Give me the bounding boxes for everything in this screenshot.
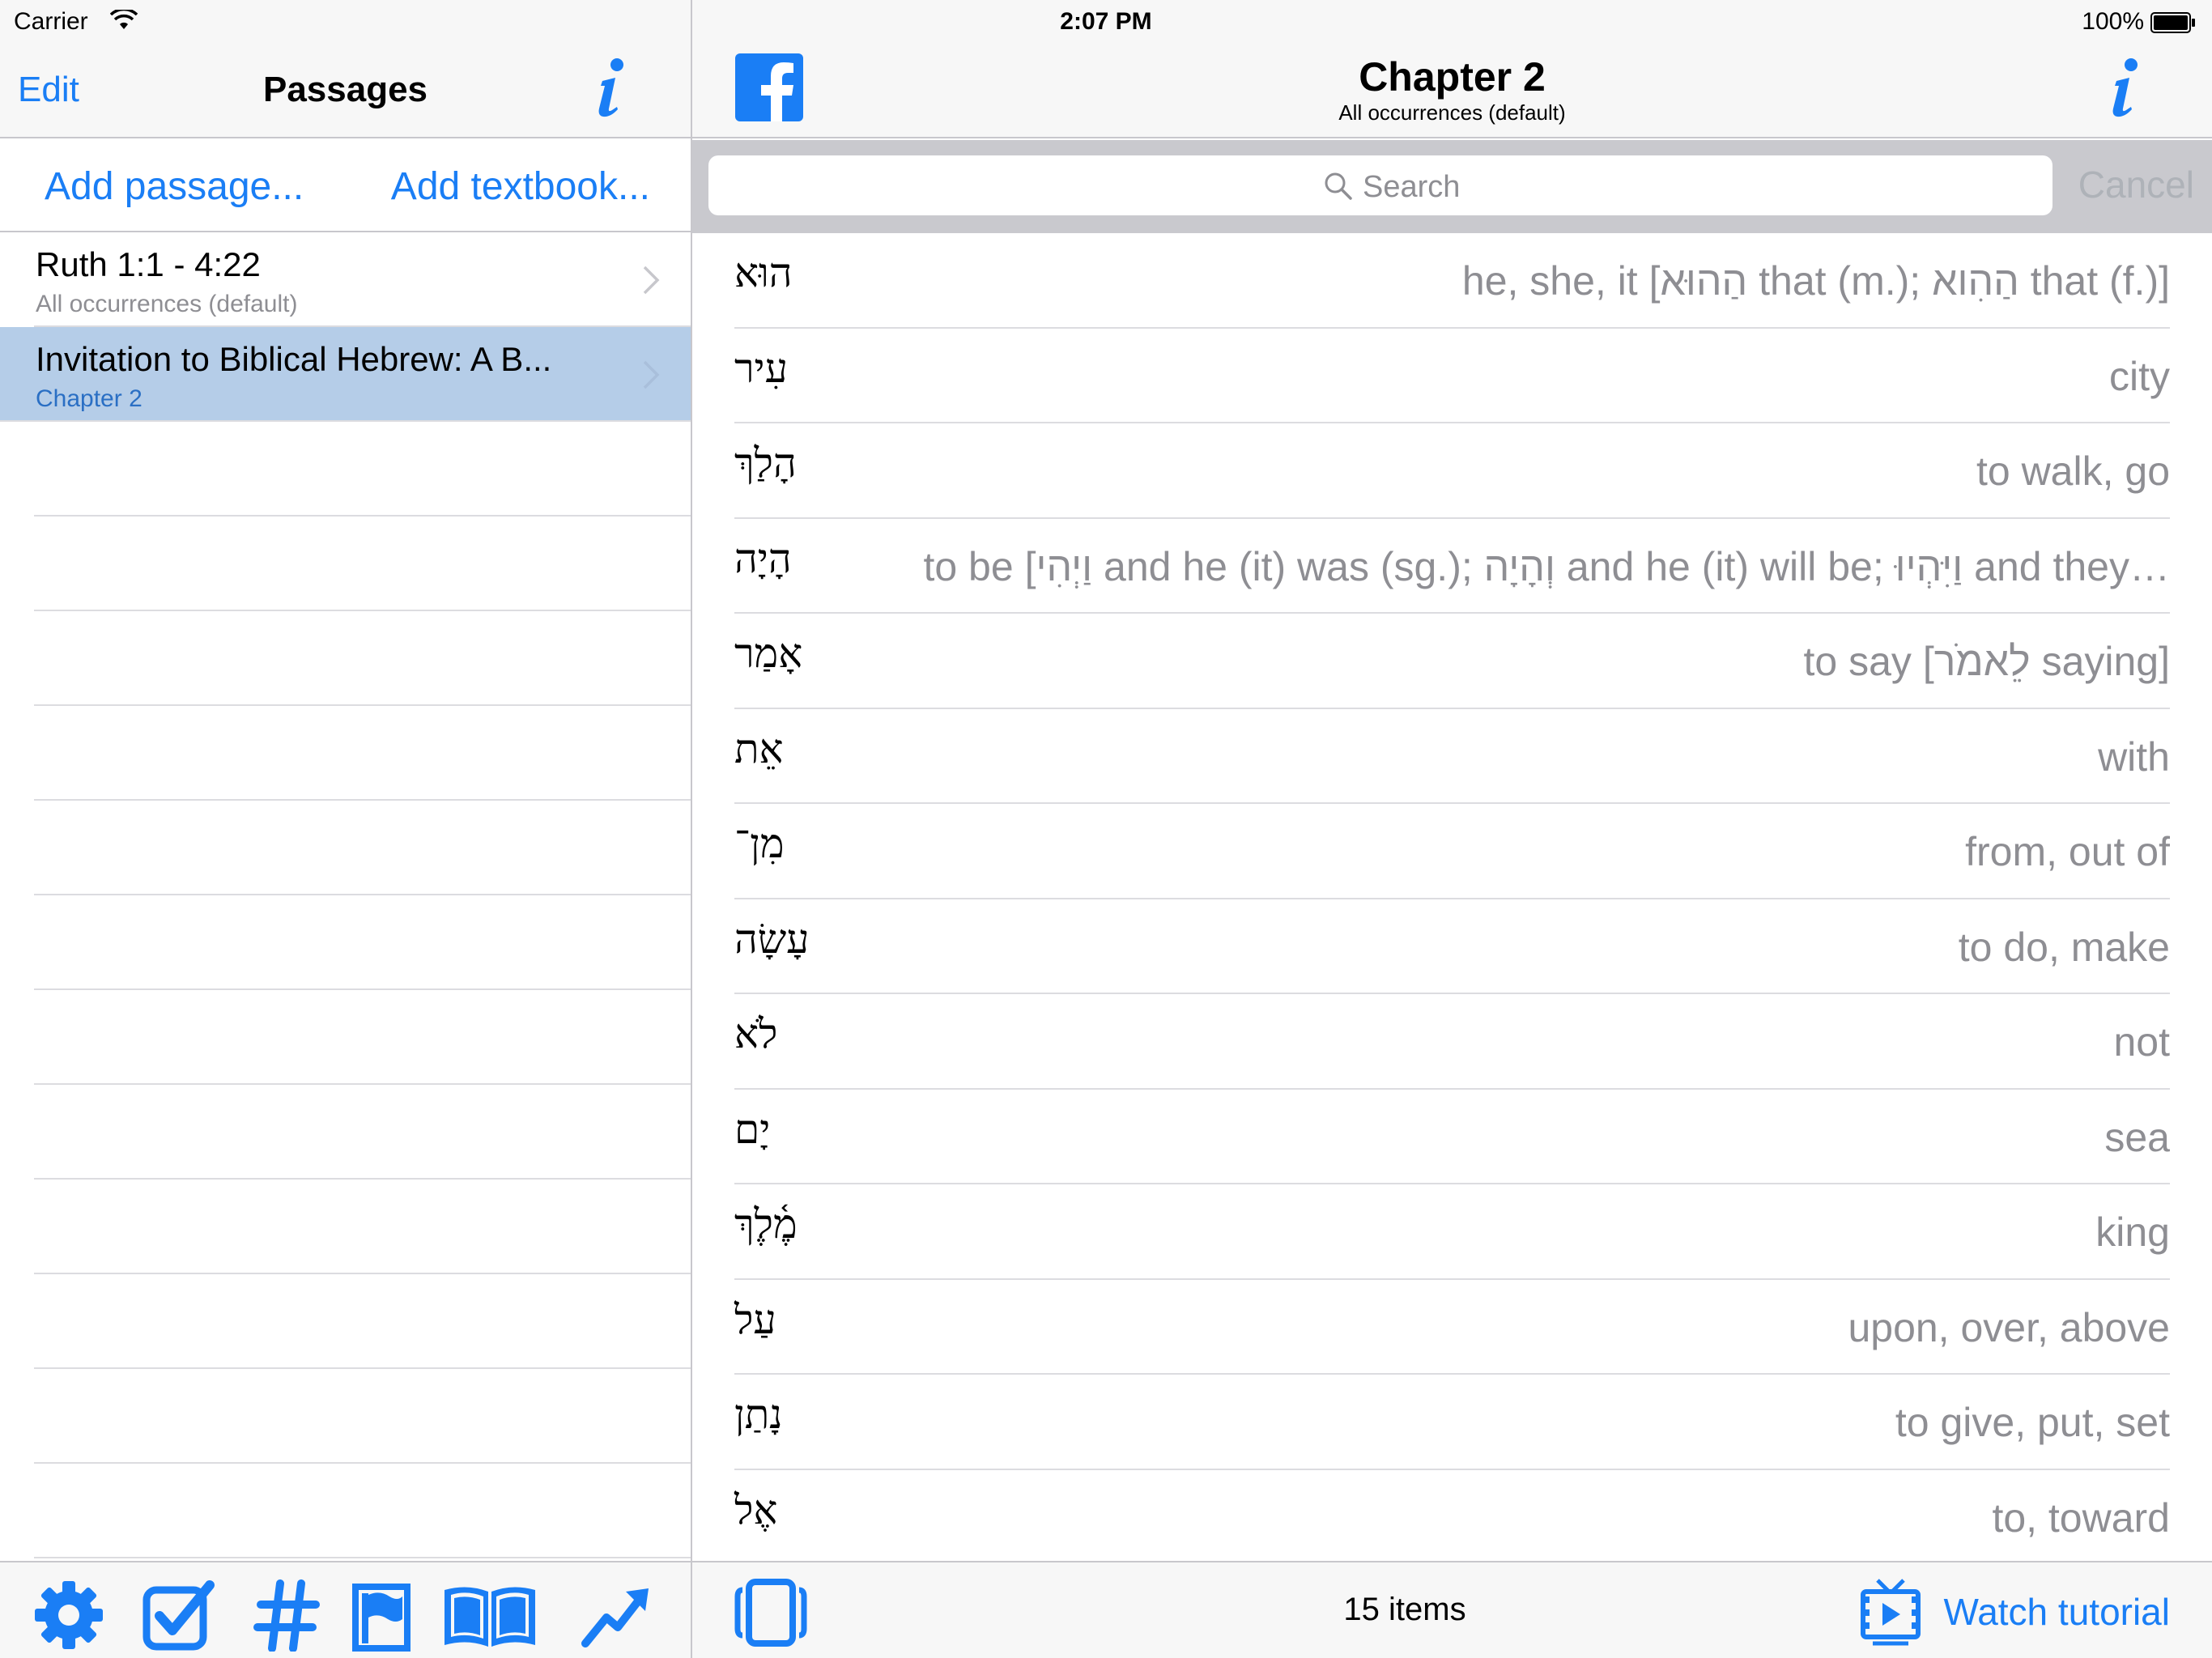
word-list: הוּא he, she, it [הַהוּא that (m.); הַהִו…	[692, 233, 2212, 1565]
hebrew-word: הָיָה	[734, 534, 792, 582]
hebrew-word: הוּא	[734, 249, 793, 296]
passages-pane: Edit Passages Add passage... Add textboo…	[0, 0, 691, 1658]
split-divider	[691, 0, 692, 1658]
chevron-right-icon	[643, 360, 660, 389]
hebrew-word: אֶל	[734, 1486, 778, 1533]
hebrew-word: יָם	[734, 1105, 771, 1153]
word-row[interactable]: אָמַר to say [לֵאמֹר saying]	[734, 614, 2170, 709]
passage-subtitle: Chapter 2	[36, 385, 143, 412]
passages-nav-bar: Edit Passages	[0, 45, 691, 138]
checkbox-icon[interactable]	[142, 1579, 215, 1652]
empty-row	[34, 801, 691, 895]
vocabulary-pane: Chapter 2 All occurrences (default) Sear…	[692, 0, 2212, 1658]
add-actions-row: Add passage... Add textbook...	[0, 140, 691, 232]
chapter-title: Chapter 2	[1359, 54, 1546, 100]
word-gloss: sea	[2104, 1114, 2170, 1160]
passage-row[interactable]: Ruth 1:1 - 4:22 All occurrences (default…	[34, 232, 691, 327]
empty-row	[34, 422, 691, 517]
empty-row	[34, 1464, 691, 1558]
hebrew-word: מִן־	[734, 820, 785, 867]
word-gloss: to do, make	[1958, 924, 2170, 970]
empty-row	[34, 1085, 691, 1180]
word-row[interactable]: עָשָׂה to do, make	[734, 899, 2170, 994]
word-row[interactable]: עִיר city	[734, 329, 2170, 423]
word-gloss: to, toward	[1992, 1494, 2170, 1541]
empty-row	[34, 517, 691, 611]
hebrew-word: אָמַר	[734, 630, 803, 677]
hebrew-word: הָלַךְ	[734, 440, 797, 487]
word-row[interactable]: מִן־ from, out of	[734, 804, 2170, 899]
empty-row	[34, 990, 691, 1085]
word-row[interactable]: נָתַן to give, put, set	[734, 1375, 2170, 1470]
search-bar: Search Cancel	[692, 140, 2212, 233]
word-row[interactable]: מֶ֫לֶךְ king	[734, 1184, 2170, 1280]
hash-icon[interactable]	[251, 1579, 324, 1652]
watch-tutorial-button[interactable]: Watch tutorial	[1943, 1590, 2170, 1634]
empty-row	[34, 1180, 691, 1274]
word-gloss: to give, put, set	[1895, 1400, 2170, 1445]
hebrew-word: מֶ֫לֶךְ	[734, 1201, 798, 1248]
word-row[interactable]: אֶל to, toward	[734, 1470, 2170, 1565]
hebrew-word: עַל	[734, 1295, 776, 1343]
hebrew-word: אֵת	[734, 725, 784, 772]
word-gloss: he, she, it [הַהוּא that (m.); הַהִוא th…	[1461, 258, 2170, 304]
word-gloss: king	[2095, 1209, 2170, 1255]
left-toolbar	[0, 1561, 691, 1658]
hebrew-word: לֹא	[734, 1010, 778, 1057]
hebrew-word: עָשָׂה	[734, 915, 810, 963]
battery-icon	[2150, 12, 2195, 33]
word-gloss: upon, over, above	[1848, 1304, 2170, 1350]
word-gloss: city	[2109, 353, 2170, 399]
add-textbook-button[interactable]: Add textbook...	[391, 164, 650, 209]
search-input[interactable]: Search	[708, 155, 2052, 215]
trend-arrow-icon[interactable]	[579, 1579, 652, 1652]
word-row[interactable]: עַל upon, over, above	[734, 1280, 2170, 1375]
hebrew-word: נָתַן	[734, 1391, 783, 1438]
page-title: Passages	[262, 70, 428, 109]
cancel-button[interactable]: Cancel	[2078, 163, 2194, 206]
empty-row	[34, 895, 691, 990]
word-gloss: with	[2098, 733, 2170, 780]
info-icon[interactable]	[591, 55, 632, 120]
clock: 2:07 PM	[1060, 8, 1152, 35]
passage-row-selected[interactable]: Invitation to Biblical Hebrew: A B... Ch…	[0, 327, 691, 422]
right-toolbar: 15 items Watch tutorial	[692, 1561, 2212, 1658]
word-gloss: from, out of	[1965, 829, 2170, 874]
book-icon[interactable]	[441, 1579, 538, 1652]
word-gloss: not	[2113, 1019, 2170, 1065]
info-icon[interactable]	[2105, 55, 2146, 120]
passage-title: Ruth 1:1 - 4:22	[36, 245, 261, 283]
search-icon	[1325, 172, 1352, 200]
chevron-right-icon	[643, 266, 660, 295]
vocabulary-nav-bar: Chapter 2 All occurrences (default)	[692, 45, 2212, 138]
passage-subtitle: All occurrences (default)	[36, 291, 298, 317]
empty-row	[34, 1274, 691, 1369]
word-row[interactable]: הָיָה to be [וַיְהִי and he (it) was (sg.…	[734, 519, 2170, 614]
word-row[interactable]: אֵת with	[734, 709, 2170, 804]
add-passage-button[interactable]: Add passage...	[45, 164, 304, 209]
tv-play-icon[interactable]	[1858, 1575, 1923, 1648]
passage-list: Ruth 1:1 - 4:22 All occurrences (default…	[0, 232, 691, 1558]
word-row[interactable]: יָם sea	[734, 1090, 2170, 1184]
word-gloss: to walk, go	[1976, 449, 2170, 494]
word-row[interactable]: הוּא he, she, it [הַהוּא that (m.); הַהִו…	[734, 233, 2170, 329]
word-gloss: to say [לֵאמֹר saying]	[1803, 639, 2170, 684]
hebrew-word: עִיר	[734, 344, 788, 392]
word-row[interactable]: לֹא not	[734, 994, 2170, 1090]
chapter-subtitle: All occurrences (default)	[1338, 100, 1566, 125]
flag-icon[interactable]	[344, 1579, 417, 1652]
passage-title: Invitation to Biblical Hebrew: A B...	[36, 340, 552, 378]
empty-row	[34, 1369, 691, 1464]
word-gloss: to be [וַיְהִי and he (it) was (sg.); וְ…	[923, 543, 2170, 589]
empty-row	[34, 706, 691, 801]
empty-row	[34, 611, 691, 706]
battery-percent: 100%	[2082, 8, 2144, 35]
word-row[interactable]: הָלַךְ to walk, go	[734, 423, 2170, 519]
gear-icon[interactable]	[32, 1579, 105, 1652]
status-bar: Carrier 2:07 PM 100%	[0, 0, 2212, 45]
search-placeholder: Search	[1363, 170, 1461, 204]
